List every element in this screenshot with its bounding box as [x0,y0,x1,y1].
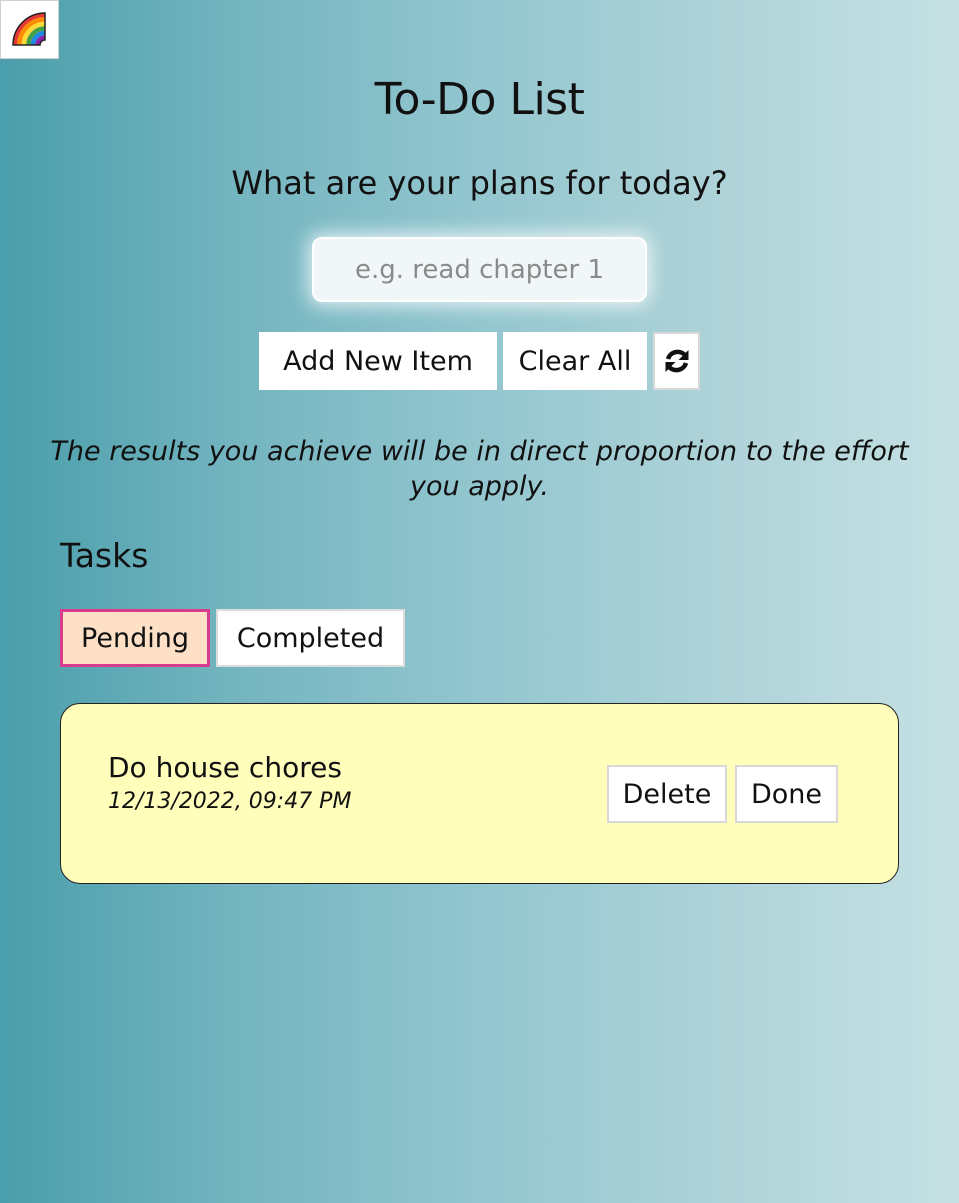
new-task-input[interactable] [312,237,647,302]
page-title: To-Do List [374,74,585,125]
refresh-button[interactable] [653,332,700,390]
task-card: Do house chores 12/13/2022, 09:47 PM Del… [60,703,899,884]
tasks-heading: Tasks [60,536,149,575]
task-timestamp: 12/13/2022, 09:47 PM [108,789,352,814]
done-task-button[interactable]: Done [735,765,838,823]
motivational-quote: The results you achieve will be in direc… [50,436,909,502]
rainbow-icon [11,11,46,46]
add-new-item-button[interactable]: Add New Item [259,332,497,390]
page-subtitle: What are your plans for today? [231,164,728,202]
clear-all-button[interactable]: Clear All [503,332,647,390]
task-text: Do house chores [108,751,342,784]
refresh-icon [665,349,688,373]
delete-task-button[interactable]: Delete [607,765,727,823]
theme-toggle-button[interactable] [0,0,59,59]
tab-completed[interactable]: Completed [216,609,405,667]
tab-pending[interactable]: Pending [60,609,210,667]
